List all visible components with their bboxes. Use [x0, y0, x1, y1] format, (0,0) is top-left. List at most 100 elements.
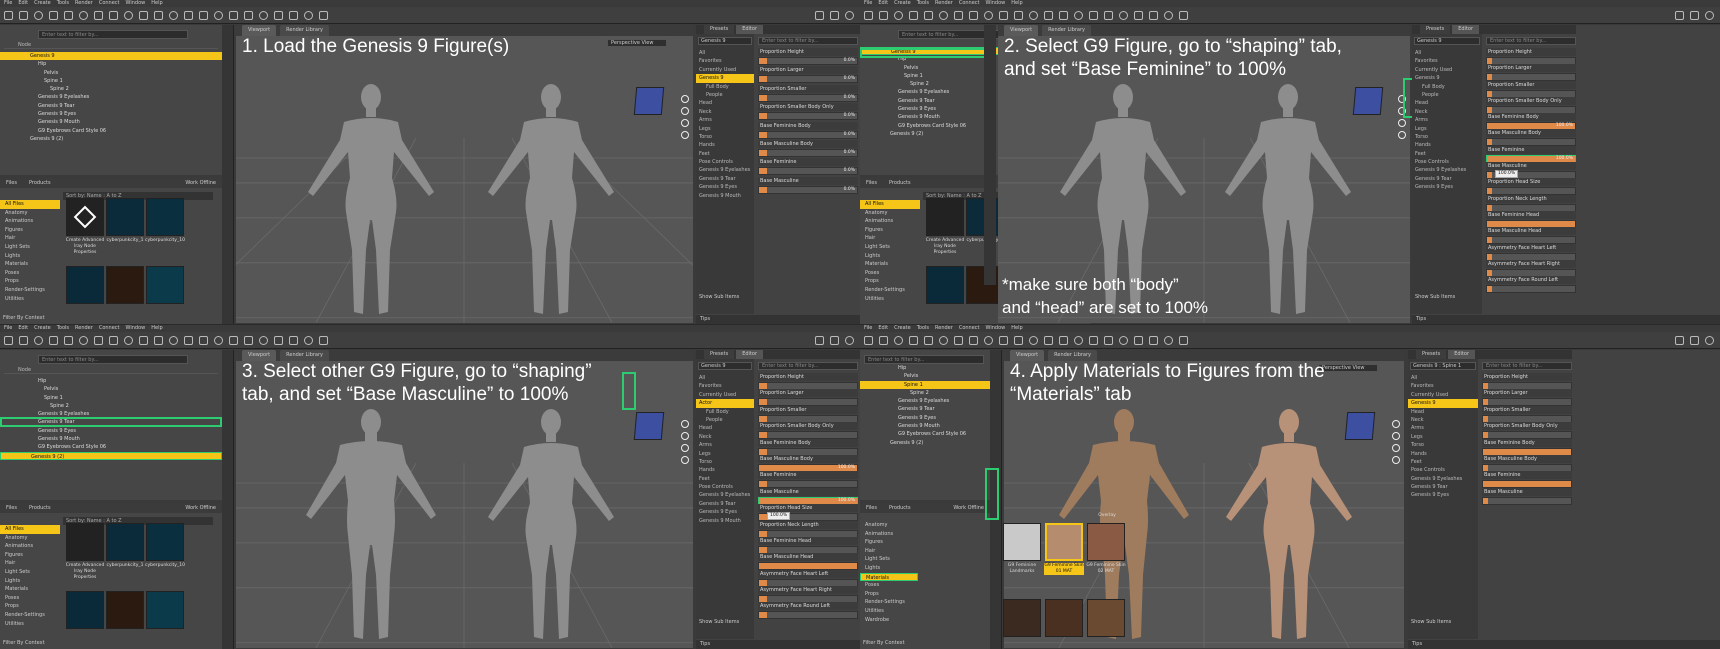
new-icon[interactable] — [864, 335, 873, 345]
param-filter-input[interactable]: Enter text to filter by... — [1482, 362, 1572, 370]
lock-icon[interactable] — [815, 336, 824, 345]
scale-icon[interactable] — [169, 335, 178, 345]
left-side-tabs[interactable] — [222, 25, 234, 324]
light-icon[interactable] — [274, 335, 283, 345]
slider-base-masculine-body[interactable]: Base Masculine Body — [1486, 129, 1576, 147]
menu-tools[interactable]: Tools — [57, 0, 69, 7]
slider-base-masculine-head[interactable]: Base Masculine Head — [1486, 227, 1576, 245]
slider-proportion-neck-length[interactable]: Proportion Neck Length — [1486, 194, 1576, 212]
light-icon[interactable] — [1134, 335, 1143, 345]
group-head[interactable]: Head — [696, 99, 754, 107]
group-hands[interactable]: Hands — [1412, 141, 1482, 149]
category-props[interactable]: Props — [0, 602, 60, 611]
new-icon[interactable] — [864, 10, 873, 20]
category-anatomy[interactable]: Anatomy — [0, 209, 60, 218]
menu-file[interactable]: File — [4, 0, 12, 7]
slider-base-masculine[interactable]: Base Masculine 100.0% — [1486, 162, 1576, 180]
menu-tools[interactable]: Tools — [917, 325, 929, 332]
spot-render-icon[interactable] — [1089, 335, 1098, 345]
slider-proportion-height[interactable]: Proportion Height 0.0% — [758, 48, 858, 66]
show-sub-items-checkbox[interactable]: Show Sub Items — [699, 619, 739, 625]
pointer-icon[interactable] — [214, 10, 223, 20]
group-eyelashes[interactable]: Genesis 9 Eyelashes — [1408, 475, 1478, 483]
material-thumb[interactable] — [1087, 599, 1125, 637]
slider-base-masculine-head[interactable]: Base Masculine Head — [758, 553, 858, 571]
tab-files[interactable]: Files — [0, 503, 23, 513]
menu-render[interactable]: Render — [935, 0, 953, 7]
tree-item-eyes[interactable]: Genesis 9 Eyes — [0, 427, 222, 435]
group-genesis9[interactable]: Genesis 9 — [696, 74, 754, 83]
scene-filter-input[interactable]: Enter text to filter by... — [864, 355, 984, 364]
category-materials[interactable]: Materials — [0, 260, 60, 269]
tree-item-pelvis[interactable]: Pelvis — [0, 385, 222, 393]
group-pose-controls[interactable]: Pose Controls — [1412, 158, 1482, 166]
menu-edit[interactable]: Edit — [878, 0, 888, 7]
group-eyes[interactable]: Genesis 9 Eyes — [696, 508, 754, 516]
node-select-icon[interactable] — [109, 10, 118, 20]
group-arms[interactable]: Arms — [1412, 116, 1482, 124]
group-mouth[interactable]: Genesis 9 Mouth — [696, 517, 754, 525]
category-figures[interactable]: Figures — [860, 226, 920, 235]
group-all[interactable]: All — [696, 374, 754, 382]
group-eyelashes[interactable]: Genesis 9 Eyelashes — [1412, 166, 1482, 174]
slider-asym-round-left[interactable]: Asymmetry Face Round Left — [1486, 276, 1576, 294]
group-feet[interactable]: Feet — [696, 475, 754, 483]
slider-track[interactable] — [1486, 285, 1576, 294]
tree-item-genesis9[interactable]: Genesis 9 — [0, 52, 222, 61]
menu-render[interactable]: Render — [75, 0, 93, 7]
menu-create[interactable]: Create — [894, 0, 911, 7]
menu-create[interactable]: Create — [894, 325, 911, 332]
joint-editor-icon[interactable] — [1044, 10, 1053, 20]
universal-tool-icon[interactable] — [124, 10, 133, 20]
group-actor[interactable]: Actor — [696, 399, 754, 408]
slider-proportion-larger[interactable]: Proportion Larger 0.0% — [758, 66, 858, 84]
group-head[interactable]: Head — [1408, 408, 1478, 416]
menu-window[interactable]: Window — [986, 0, 1006, 7]
group-head[interactable]: Head — [696, 424, 754, 432]
group-eyelashes[interactable]: Genesis 9 Eyelashes — [696, 166, 754, 174]
category-props[interactable]: Props — [860, 277, 920, 286]
pan-icon[interactable] — [681, 432, 689, 440]
pointer-icon[interactable] — [214, 335, 223, 345]
group-people[interactable]: People — [696, 416, 754, 424]
tree-item-genesis9-2[interactable]: Genesis 9 (2) — [0, 451, 222, 460]
tips-tab[interactable]: Tips — [696, 640, 860, 649]
node-select-icon[interactable] — [969, 10, 978, 20]
frame-icon[interactable] — [681, 456, 689, 464]
figure-right[interactable] — [466, 80, 636, 320]
group-eyes[interactable]: Genesis 9 Eyes — [1408, 491, 1478, 499]
category-lights[interactable]: Lights — [0, 577, 60, 586]
slider-track[interactable]: 0.0% — [758, 148, 858, 157]
group-neck[interactable]: Neck — [696, 108, 754, 116]
left-side-tabs[interactable] — [222, 350, 234, 649]
slider-track[interactable]: 0.0% — [758, 167, 858, 176]
filter-by-context[interactable]: Filter By Context — [3, 315, 45, 321]
thumb-cyberpunk2[interactable] — [66, 591, 104, 629]
user-icon[interactable] — [830, 11, 839, 20]
menu-edit[interactable]: Edit — [878, 325, 888, 332]
view-cube[interactable] — [633, 87, 665, 115]
group-hands[interactable]: Hands — [696, 141, 754, 149]
spot-render-icon[interactable] — [1089, 10, 1098, 20]
slider-base-feminine[interactable]: Base Feminine — [758, 471, 858, 489]
group-favorites[interactable]: Favorites — [696, 57, 754, 65]
orbit-icon[interactable] — [681, 95, 689, 103]
slider-asym-heart-left[interactable]: Asymmetry Face Heart Left — [1486, 243, 1576, 261]
group-torso[interactable]: Torso — [1412, 133, 1482, 141]
tree-item-spine1[interactable]: Spine 1 — [860, 380, 990, 389]
menu-edit[interactable]: Edit — [18, 325, 28, 332]
figure-left[interactable] — [286, 80, 456, 320]
open-icon[interactable] — [19, 10, 28, 20]
group-legs[interactable]: Legs — [696, 125, 754, 133]
group-tear[interactable]: Genesis 9 Tear — [696, 500, 754, 508]
tree-item-spine2[interactable]: Spine 2 — [0, 85, 222, 93]
slider-track[interactable]: 0.0% — [758, 130, 858, 139]
tree-item-spine2[interactable]: Spine 2 — [860, 389, 990, 397]
pan-icon[interactable] — [1392, 432, 1400, 440]
slider-base-feminine[interactable]: Base Feminine 100.0% — [1486, 145, 1576, 163]
slider-proportion-head-size[interactable]: Proportion Head Size 100.0% — [758, 504, 858, 522]
group-legs[interactable]: Legs — [1412, 125, 1482, 133]
tree-item-mouth[interactable]: Genesis 9 Mouth — [0, 118, 222, 126]
menu-connect[interactable]: Connect — [959, 0, 980, 7]
figure-right-feminine[interactable] — [1204, 405, 1374, 645]
